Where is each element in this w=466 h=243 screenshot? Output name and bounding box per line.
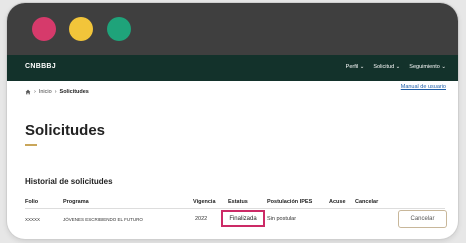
app-window: CNBBBJ Perfil ⌄ Solicitud ⌄ Seguimiento … <box>7 3 458 239</box>
nav-item-solicitud[interactable]: Solicitud ⌄ <box>373 64 400 70</box>
cell-estatus: Finalizada <box>229 215 257 222</box>
brand-logo-text[interactable]: CNBBBJ <box>25 63 56 70</box>
nav-item-perfil[interactable]: Perfil ⌄ <box>346 64 365 70</box>
nav-item-seguimiento[interactable]: Seguimiento ⌄ <box>409 64 446 70</box>
breadcrumb-separator: › <box>54 89 57 95</box>
col-header-acuse: Acuse <box>329 199 346 205</box>
manual-de-usuario-link[interactable]: Manual de usuario <box>401 84 446 90</box>
cell-vigencia: 2022 <box>195 216 208 222</box>
cell-postulacion: Sin postular <box>267 216 297 222</box>
col-header-postulacion: Postulación IPES <box>267 199 313 205</box>
window-titlebar <box>7 3 458 55</box>
status-badge: Finalizada <box>221 210 265 227</box>
nav-menu: Perfil ⌄ Solicitud ⌄ Seguimiento ⌄ <box>346 64 446 70</box>
section-title: Historial de solicitudes <box>25 177 113 186</box>
col-header-programa: Programa <box>63 199 89 205</box>
header-divider <box>25 208 445 209</box>
col-header-folio: Folio <box>25 199 39 205</box>
close-window-button[interactable] <box>32 17 56 41</box>
breadcrumb-inicio-link[interactable]: Inicio <box>39 89 52 95</box>
col-header-estatus: Estatus <box>228 199 248 205</box>
top-navbar: CNBBBJ Perfil ⌄ Solicitud ⌄ Seguimiento … <box>7 55 458 81</box>
breadcrumb: › Inicio › Solicitudes <box>25 89 89 95</box>
page-title: Solicitudes <box>25 122 106 139</box>
title-underline-accent <box>25 144 37 146</box>
cell-folio: XXXXX <box>25 217 41 222</box>
home-icon[interactable] <box>25 89 31 95</box>
breadcrumb-separator: › <box>34 89 36 95</box>
breadcrumb-current: Solicitudes <box>59 89 89 95</box>
col-header-vigencia: Vigencia <box>193 199 216 205</box>
cell-programa: JÓVENES ESCRIBIENDO EL FUTURO <box>63 217 143 222</box>
cancel-request-button[interactable]: Cancelar <box>398 210 447 228</box>
maximize-window-button[interactable] <box>107 17 131 41</box>
minimize-window-button[interactable] <box>69 17 93 41</box>
col-header-cancelar: Cancelar <box>355 199 379 205</box>
